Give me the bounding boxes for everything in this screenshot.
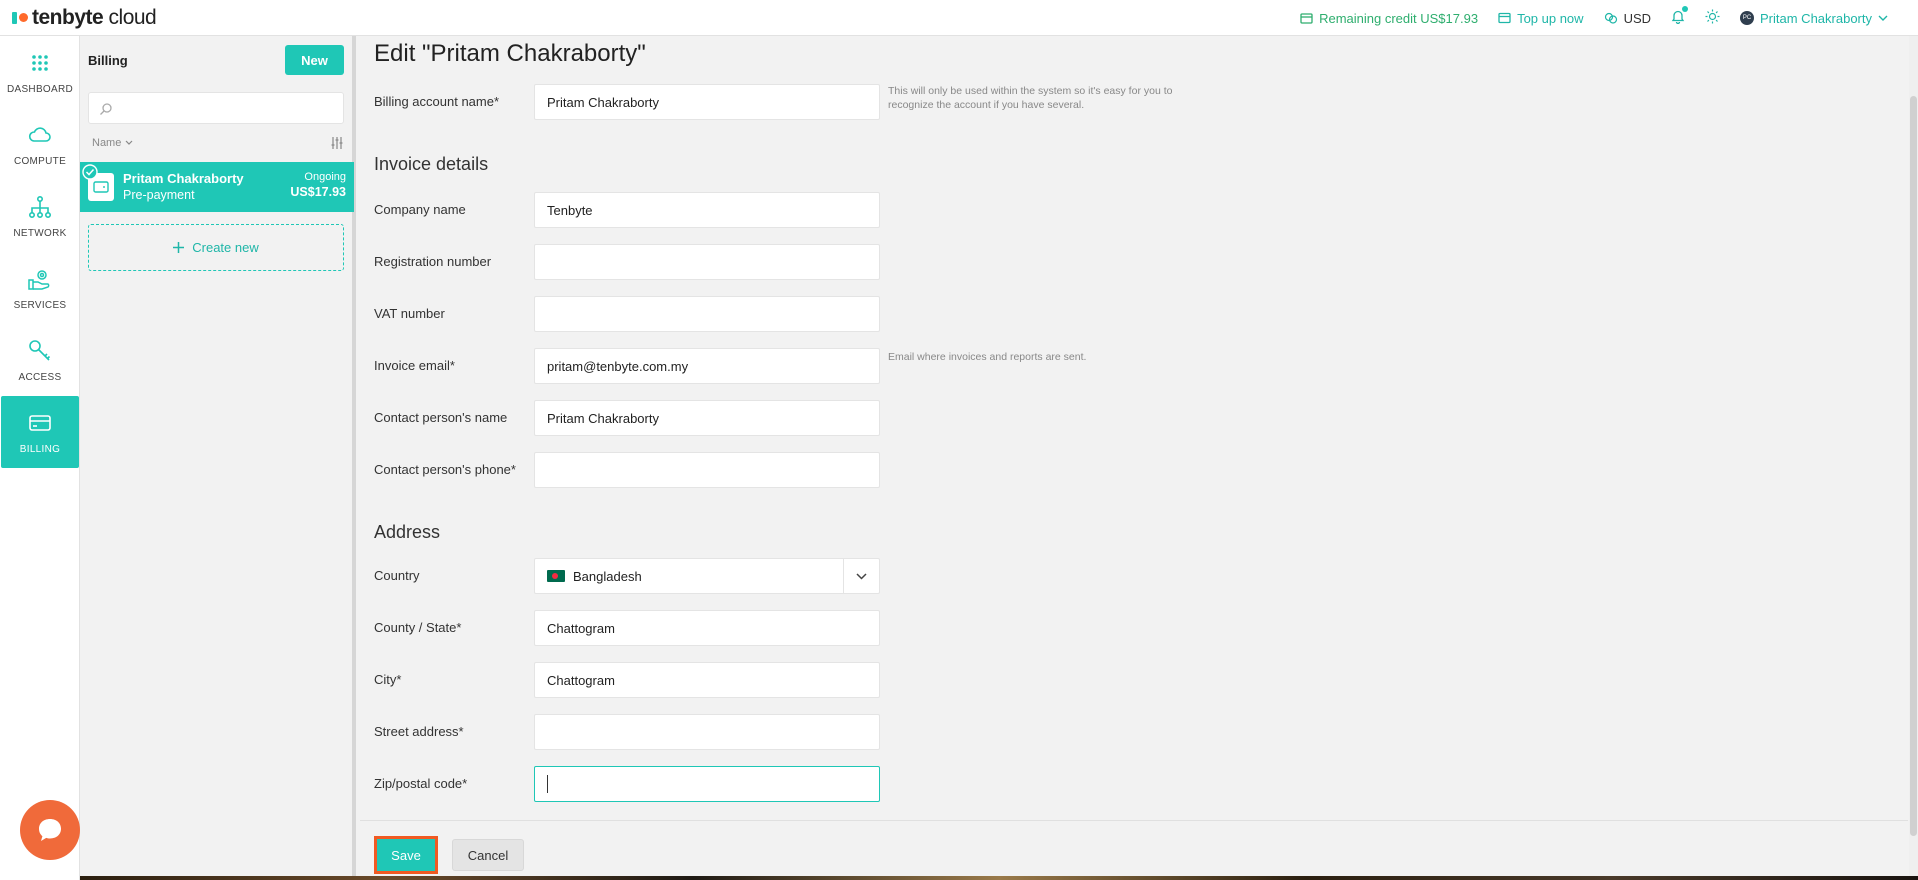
search-input[interactable] <box>88 92 344 124</box>
avatar: PC <box>1740 11 1755 25</box>
registration-number-row: Registration number <box>374 244 1474 280</box>
country-row: Country Bangladesh <box>374 558 1474 594</box>
services-gear-hand-icon <box>28 269 50 290</box>
cloud-icon <box>28 126 51 142</box>
plus-icon <box>173 242 185 253</box>
vat-number-input[interactable] <box>534 296 880 332</box>
invoice-email-hint: Email where invoices and reports are sen… <box>888 351 1087 363</box>
top-bar: tenbyte cloud Remaining credit US$17.93 … <box>0 0 1918 36</box>
key-icon <box>29 339 51 361</box>
sun-icon <box>1705 9 1720 24</box>
billing-account-name-input[interactable]: Pritam Chakraborty <box>534 84 880 120</box>
chevron-down-icon <box>1878 15 1888 21</box>
credit-card-icon <box>1300 12 1313 24</box>
country-select[interactable]: Bangladesh <box>534 558 880 594</box>
remaining-credit[interactable]: Remaining credit US$17.93 <box>1300 11 1478 26</box>
credit-card-icon <box>29 414 51 431</box>
logo[interactable]: tenbyte cloud <box>12 6 157 30</box>
invoice-email-input[interactable]: pritam@tenbyte.com.my <box>534 348 880 384</box>
zip-code-input[interactable] <box>534 766 880 802</box>
bangladesh-flag-icon <box>547 570 565 582</box>
main-navigation: DASHBOARD COMPUTE NETWORK SERVICES ACCES… <box>0 36 80 880</box>
company-name-row: Company name Tenbyte <box>374 192 1474 228</box>
billing-accounts-panel: Billing New Name Pritam Chakraborty Pre-… <box>80 36 356 880</box>
wallet-icon <box>1498 12 1511 24</box>
chevron-down-icon <box>125 140 133 145</box>
country-dropdown-toggle[interactable] <box>843 559 879 593</box>
street-address-input[interactable] <box>534 714 880 750</box>
billing-account-item[interactable]: Pritam Chakraborty Pre-payment Ongoing U… <box>80 162 354 212</box>
nav-access[interactable]: ACCESS <box>1 324 79 396</box>
nav-network[interactable]: NETWORK <box>1 180 79 252</box>
save-button[interactable]: Save <box>374 836 438 874</box>
new-account-button[interactable]: New <box>285 45 344 75</box>
create-new-account-button[interactable]: Create new <box>88 224 344 271</box>
vat-number-row: VAT number <box>374 296 1474 332</box>
registration-number-input[interactable] <box>534 244 880 280</box>
logo-mark-icon <box>12 11 28 24</box>
scrollbar-thumb[interactable] <box>1910 96 1917 836</box>
city-row: City* Chattogram <box>374 662 1474 698</box>
nav-billing[interactable]: BILLING <box>1 396 79 468</box>
text-caret <box>547 775 548 793</box>
contact-phone-input[interactable] <box>534 452 880 488</box>
top-up-link[interactable]: Top up now <box>1498 11 1584 26</box>
chat-bubble-icon <box>39 819 61 841</box>
account-name: Pritam Chakraborty <box>123 171 244 186</box>
network-icon <box>28 195 51 218</box>
nav-dashboard[interactable]: DASHBOARD <box>1 36 79 108</box>
account-balance: US$17.93 <box>290 185 346 199</box>
nav-services[interactable]: SERVICES <box>1 252 79 324</box>
filter-sliders-icon[interactable] <box>330 136 344 150</box>
chevron-down-icon <box>856 572 867 580</box>
billing-heading: Billing <box>88 52 128 68</box>
currency-selector[interactable]: USD <box>1604 11 1651 26</box>
main-scrollbar[interactable] <box>1909 36 1918 880</box>
invoice-email-row: Invoice email* pritam@tenbyte.com.my Ema… <box>374 348 1474 384</box>
cancel-button[interactable]: Cancel <box>452 839 524 871</box>
chat-widget-button[interactable] <box>20 800 80 860</box>
selected-check-icon <box>82 164 98 180</box>
form-footer: Save Cancel <box>360 820 1908 880</box>
account-status: Ongoing <box>304 171 346 183</box>
invoice-details-heading: Invoice details <box>374 154 489 174</box>
contact-name-input[interactable]: Pritam Chakraborty <box>534 400 880 436</box>
coins-icon <box>1604 12 1617 24</box>
city-input[interactable]: Chattogram <box>534 662 880 698</box>
search-icon <box>100 103 112 115</box>
billing-account-name-row: Billing account name* Pritam Chakraborty… <box>374 84 1474 120</box>
state-row: County / State* Chattogram <box>374 610 1474 646</box>
company-name-input[interactable]: Tenbyte <box>534 192 880 228</box>
sort-by-name[interactable]: Name <box>92 137 133 149</box>
state-input[interactable]: Chattogram <box>534 610 880 646</box>
account-type: Pre-payment <box>123 188 195 202</box>
nav-compute[interactable]: COMPUTE <box>1 108 79 180</box>
contact-name-row: Contact person's name Pritam Chakraborty <box>374 400 1474 436</box>
contact-phone-row: Contact person's phone* <box>374 452 1474 488</box>
page-title: Edit "Pritam Chakraborty" <box>374 40 646 67</box>
street-address-row: Street address* <box>374 714 1474 750</box>
grid-dots-icon <box>32 54 48 71</box>
notifications-button[interactable] <box>1671 6 1689 27</box>
address-heading: Address <box>374 522 441 542</box>
zip-code-row: Zip/postal code* <box>374 766 1474 802</box>
theme-toggle[interactable] <box>1705 9 1720 27</box>
user-menu[interactable]: PC Pritam Chakraborty <box>1740 11 1888 26</box>
notification-dot <box>1682 6 1689 12</box>
desktop-background-strip <box>80 876 1918 880</box>
edit-billing-form: Edit "Pritam Chakraborty" Billing accoun… <box>360 36 1908 880</box>
account-name-hint: This will only be used within the system… <box>888 85 1173 111</box>
